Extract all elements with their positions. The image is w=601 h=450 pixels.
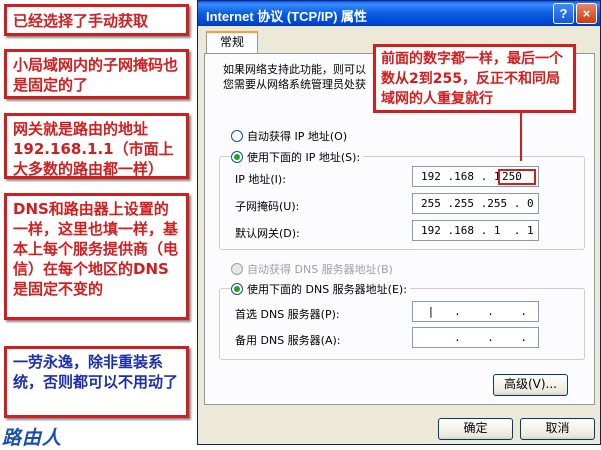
auto-ip-label: 自动获得 IP 地址(O) — [247, 130, 348, 143]
manual-ip-radio[interactable]: 使用下面的 IP 地址(S): — [231, 149, 364, 165]
gateway-field[interactable]: 192 .168 . 1 . 1 — [412, 220, 539, 241]
note-manual: 已经选择了手动获取 — [4, 4, 189, 36]
note-gateway: 网关就是路由的地址192.168.1.1（市面上大多数的路由都一样） — [4, 113, 189, 179]
octet-callout: 前面的数字都一样，最后一个数从2到255，反正不和同局域网的人重复就行 — [373, 44, 576, 113]
ip-address-label: IP 地址(I): — [235, 173, 286, 186]
note-permanent: 一劳永逸，除非重装系统，否则都可以不用动了 — [4, 346, 189, 418]
manual-ip-label: 使用下面的 IP 地址(S): — [247, 151, 361, 164]
auto-dns-label: 自动获得 DNS 服务器地址(B) — [247, 263, 393, 276]
radio-icon — [231, 130, 243, 142]
callout-arrow — [520, 113, 522, 161]
subnet-mask-field[interactable]: 255 .255 .255 . 0 — [412, 193, 539, 214]
ip-address-field[interactable]: 192 .168 . 1 . 250 — [412, 166, 539, 187]
radio-icon — [231, 263, 243, 275]
note-subnet: 小局域网内的子网掩码也是固定的了 — [4, 49, 189, 99]
window-title: Internet 协议 (TCP/IP) 属性 — [206, 9, 368, 24]
intro-line-2: 您需要从网络系统管理员处获 — [223, 78, 366, 91]
title-bar: Internet 协议 (TCP/IP) 属性 ? × — [198, 1, 600, 26]
dns-group — [219, 288, 585, 360]
radio-selected-icon — [231, 283, 243, 295]
intro-text: 如果网络支持此功能，则可以 您需要从网络系统管理员处获 — [223, 62, 366, 92]
intro-line-1: 如果网络支持此功能，则可以 — [223, 63, 366, 76]
preferred-dns-field[interactable]: | . . . — [412, 301, 539, 322]
advanced-button[interactable]: 高级(V)... — [493, 374, 568, 396]
cancel-button[interactable]: 取消 — [520, 418, 595, 440]
note-dns: DNS和路由器上设置的一样，这里也填一样，基本上每个服务提供商（电信）在每个地区… — [4, 193, 189, 320]
manual-dns-radio[interactable]: 使用下面的 DNS 服务器地址(E): — [231, 281, 410, 297]
close-button[interactable]: × — [576, 3, 597, 24]
tab-general[interactable]: 常规 — [206, 31, 258, 53]
auto-dns-radio[interactable]: 自动获得 DNS 服务器地址(B) — [231, 261, 393, 277]
preferred-dns-label: 首选 DNS 服务器(P): — [235, 308, 340, 321]
site-logo: 路由人 — [2, 427, 63, 449]
alternate-dns-field[interactable]: . . . — [412, 327, 539, 348]
subnet-mask-label: 子网掩码(U): — [235, 200, 300, 213]
manual-dns-label: 使用下面的 DNS 服务器地址(E): — [247, 283, 407, 296]
ok-button[interactable]: 确定 — [438, 418, 513, 440]
help-button[interactable]: ? — [553, 3, 574, 24]
radio-selected-icon — [231, 151, 243, 163]
gateway-label: 默认网关(D): — [235, 227, 300, 240]
alternate-dns-label: 备用 DNS 服务器(A): — [235, 334, 341, 347]
ip-last-octet: 250 — [498, 169, 536, 185]
auto-ip-radio[interactable]: 自动获得 IP 地址(O) — [231, 128, 347, 144]
